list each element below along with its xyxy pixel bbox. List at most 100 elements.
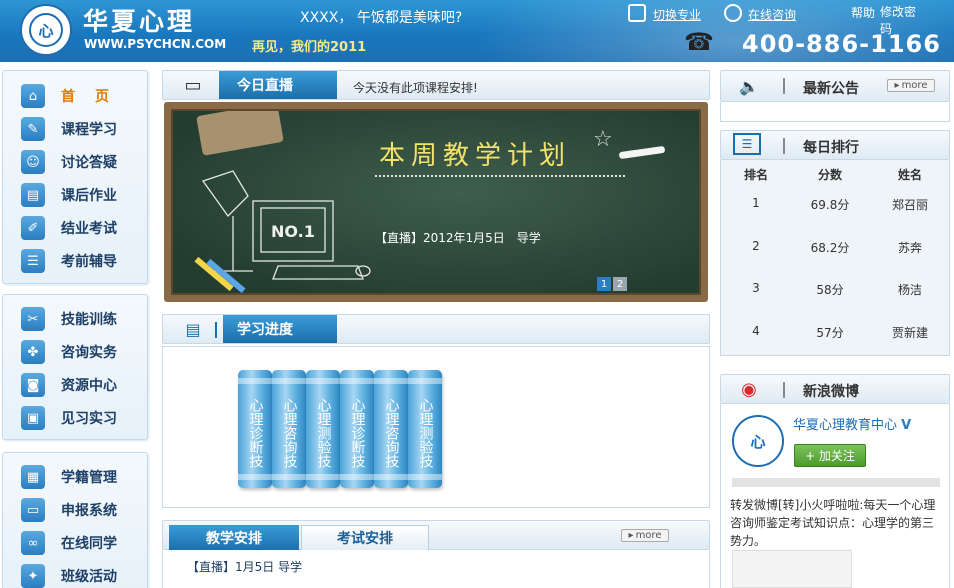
live-notice: 今天没有此项课程安排!: [353, 81, 478, 95]
computer-icon: ▭: [21, 498, 45, 522]
star-icon: ☆: [593, 127, 613, 152]
ranking-title: 每日排行: [803, 140, 859, 156]
ranking-list-icon: ☰: [733, 133, 761, 155]
sidebar-item-online-classmates[interactable]: ∞ 在线同学: [21, 530, 117, 556]
follow-button[interactable]: + 加关注: [794, 444, 866, 467]
live-tab[interactable]: 今日直播: [219, 71, 337, 99]
disk-icon: ◙: [21, 373, 45, 397]
banner-pager: 1 2: [597, 277, 627, 291]
sidebar-item-class-activity[interactable]: ✦ 班级活动: [21, 563, 117, 588]
logo-url-text: WWW.PSYCHCN.COM: [84, 37, 227, 51]
site-logo-icon[interactable]: 心: [20, 4, 72, 56]
people-icon: ☺: [21, 150, 45, 174]
progress-doc-icon: ▤: [185, 319, 201, 339]
sidebar-group-admin: ▦ 学籍管理 ▭ 申报系统 ∞ 在线同学 ✦ 班级活动: [2, 452, 148, 588]
hotline-number: 400-886-1166: [742, 30, 941, 58]
progress-book-3[interactable]: 心理测验技: [306, 370, 340, 488]
tab-exam-schedule[interactable]: 考试安排: [301, 525, 429, 551]
speaker-icon: 🔈: [739, 76, 759, 96]
sidebar-item-course-study[interactable]: ✎ 课程学习: [21, 116, 117, 142]
verified-icon: V: [901, 418, 912, 433]
sidebar-item-enrollment[interactable]: ▦ 学籍管理: [21, 464, 117, 490]
book-icon: ✎: [21, 117, 45, 141]
notice-panel-header: 🔈 最新公告 ▸ more: [720, 70, 950, 102]
logo-text[interactable]: 华夏心理: [83, 2, 195, 38]
sidebar-item-homework[interactable]: ▤ 课后作业: [21, 182, 117, 208]
name-col-header: 姓名: [897, 168, 922, 182]
weibo-post-text[interactable]: 转发微博[转]小火呼啦啦:每天一个心理咨询师鉴定考试知识点：心理学的第三势力。: [730, 496, 940, 550]
sidebar-item-skill-training[interactable]: ✂ 技能训练: [21, 306, 117, 332]
help-link[interactable]: 帮助: [851, 4, 875, 21]
board-divider: [375, 175, 625, 177]
sidebar-group-skills: ✂ 技能训练 ✤ 咨询实务 ◙ 资源中心 ▣ 见习实习: [2, 294, 148, 440]
rank-col-header: 排名: [743, 168, 768, 182]
live-panel-header: ▭ 今日直播 今天没有此项课程安排!: [162, 70, 710, 100]
online-consult-icon[interactable]: [724, 4, 742, 22]
puzzle-icon: ✤: [21, 340, 45, 364]
separator: [783, 138, 785, 154]
pager-dot-1[interactable]: 1: [597, 277, 611, 291]
chalkboard-banner[interactable]: NO.1 本周教学计划 ☆ 【直播】2012年1月5日 导学 1 2: [164, 102, 708, 302]
pencil-icon: ✐: [21, 216, 45, 240]
chalk-white-icon: [618, 145, 666, 160]
sidebar-item-application[interactable]: ▭ 申报系统: [21, 497, 117, 523]
pager-dot-2[interactable]: 2: [613, 277, 627, 291]
file-icon: ▦: [21, 465, 45, 489]
notice-more-button[interactable]: ▸ more: [887, 79, 935, 92]
score-col-header: 分数: [817, 168, 842, 182]
weibo-avatar[interactable]: 心: [732, 415, 784, 467]
progress-book-5[interactable]: 心理咨询技: [374, 370, 408, 488]
schedule-more-button[interactable]: ▸ more: [621, 529, 669, 542]
progress-tab[interactable]: 学习进度: [223, 315, 337, 343]
board-title: 本周教学计划: [379, 141, 572, 171]
schedule-item[interactable]: 【直播】1月5日 导学: [187, 558, 302, 575]
briefcase-icon: ▣: [21, 406, 45, 430]
notebook-icon: [196, 111, 284, 156]
online-consult-link[interactable]: 在线咨询: [748, 6, 796, 23]
sidebar-item-exam-tutoring[interactable]: ☰ 考前辅导: [21, 248, 117, 274]
sidebar-item-internship[interactable]: ▣ 见习实习: [21, 405, 117, 431]
ranking-header-row: 排名 分数 姓名: [722, 166, 950, 183]
svg-text:NO.1: NO.1: [271, 222, 315, 241]
board-live-text[interactable]: 【直播】2012年1月5日 导学: [375, 229, 541, 246]
table-row: 1 69.8分 郑召丽: [752, 196, 928, 212]
switch-major-link[interactable]: 切换专业: [653, 6, 701, 23]
greeting-text: XXXX， 午饭都是美味吧?: [300, 10, 463, 26]
home-icon: ⌂: [21, 84, 45, 108]
switch-major-icon[interactable]: [628, 4, 646, 22]
weibo-post-image[interactable]: [732, 550, 852, 588]
table-row: 4 57分 贾新建: [752, 324, 928, 340]
chalkboard-surface: NO.1 本周教学计划 ☆ 【直播】2012年1月5日 导学 1 2: [171, 109, 701, 295]
farewell-text: 再见，我们的2011: [252, 40, 367, 55]
weibo-icon: ◉: [741, 378, 757, 400]
separator: [215, 322, 217, 338]
link-icon: ∞: [21, 531, 45, 555]
tv-icon: ▭: [184, 74, 202, 96]
table-row: 2 68.2分 苏奔: [752, 239, 922, 255]
ranking-panel-header: ☰ 每日排行: [720, 130, 950, 160]
progress-panel-header: ▤ 学习进度: [162, 314, 710, 344]
weibo-divider: [732, 478, 940, 487]
sidebar-item-home[interactable]: ⌂ 首页: [21, 83, 129, 109]
weibo-account-name[interactable]: 华夏心理教育中心 V: [793, 414, 911, 433]
table-row: 3 58分 杨洁: [752, 281, 922, 297]
schedule-panel-header: 教学安排 考试安排 ▸ more: [162, 520, 710, 551]
progress-book-2[interactable]: 心理咨询技: [272, 370, 306, 488]
progress-book-4[interactable]: 心理诊断技: [340, 370, 374, 488]
sidebar-group-main: ⌂ 首页 ✎ 课程学习 ☺ 讨论答疑 ▤ 课后作业 ✐ 结业考试 ☰ 考前辅导: [2, 70, 148, 284]
separator: [783, 382, 785, 398]
notice-panel-body: [720, 102, 950, 122]
notes-icon: ☰: [21, 249, 45, 273]
progress-book-1[interactable]: 心理诊断技: [238, 370, 272, 488]
sidebar-item-final-exam[interactable]: ✐ 结业考试: [21, 215, 117, 241]
activity-icon: ✦: [21, 564, 45, 588]
notice-title: 最新公告: [803, 81, 859, 97]
document-icon: ▤: [21, 183, 45, 207]
tab-teaching-schedule[interactable]: 教学安排: [169, 525, 299, 551]
sidebar-item-resource-center[interactable]: ◙ 资源中心: [21, 372, 117, 398]
sidebar-item-consult-practice[interactable]: ✤ 咨询实务: [21, 339, 117, 365]
sidebar-item-discussion[interactable]: ☺ 讨论答疑: [21, 149, 117, 175]
separator: [783, 78, 785, 94]
progress-book-6[interactable]: 心理测验技: [408, 370, 442, 488]
top-header: 心 华夏心理 WWW.PSYCHCN.COM XXXX， 午饭都是美味吧? 再见…: [0, 0, 954, 62]
